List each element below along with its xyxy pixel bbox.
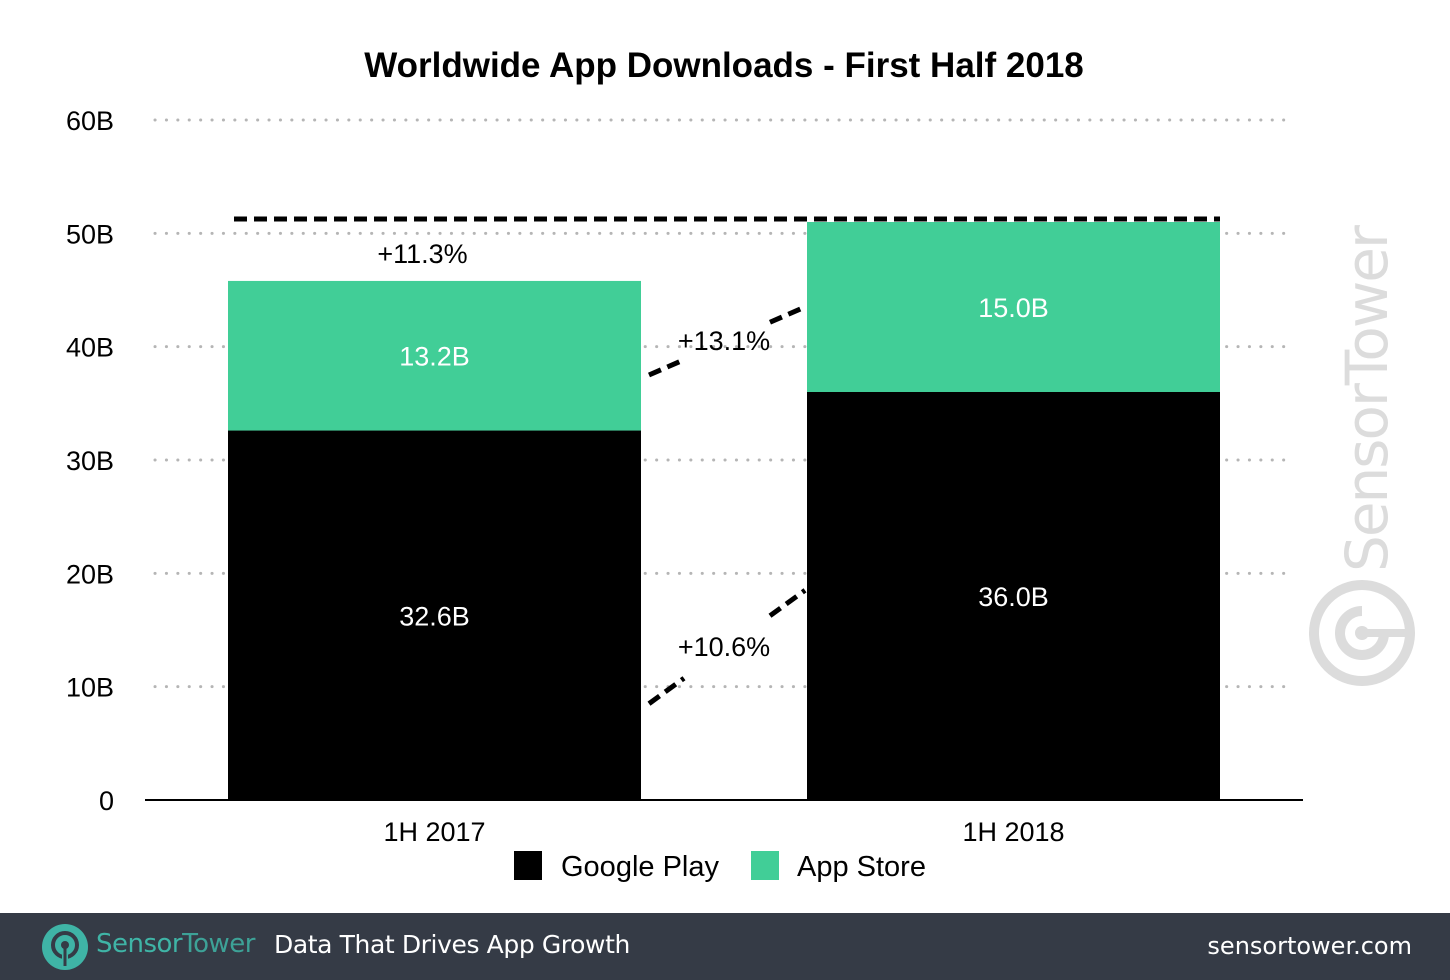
chart: Worldwide App Downloads - First Half 201… xyxy=(66,46,1415,883)
google-play-growth-dashed-line-2 xyxy=(768,588,807,618)
sensortower-watermark: SensorTower xyxy=(1309,225,1415,686)
bars: 32.6B 13.2B 36.0B 15.0B xyxy=(228,222,1220,800)
y-tick-label: 20B xyxy=(66,559,114,589)
x-axis-ticks: 1H 2017 1H 2018 xyxy=(383,817,1064,847)
y-tick-label: 60B xyxy=(66,106,114,136)
sensortower-watermark-text: SensorTower xyxy=(1333,225,1401,572)
y-tick-label: 0 xyxy=(99,786,114,816)
brand-name-part2: Tower xyxy=(182,929,255,959)
app-store-growth-dashed-line-2 xyxy=(769,304,806,325)
bar-value-label: 36.0B xyxy=(978,582,1049,612)
brand-name[interactable]: SensorTower xyxy=(96,929,255,959)
legend: Google Play App Store xyxy=(514,851,926,883)
y-tick-label: 50B xyxy=(66,219,114,249)
legend-item-google-play[interactable]: Google Play xyxy=(514,851,719,883)
y-tick-label: 30B xyxy=(66,446,114,476)
y-tick-label: 10B xyxy=(66,673,114,703)
google-play-growth-label: +10.6% xyxy=(678,632,770,662)
x-tick-label: 1H 2018 xyxy=(962,817,1064,847)
total-growth-label: +11.3% xyxy=(377,239,467,269)
legend-label-google-play: Google Play xyxy=(561,851,719,883)
legend-swatch-google-play xyxy=(514,851,542,880)
brand-name-part1: Sensor xyxy=(96,929,183,959)
footer-bar: SensorTower Data That Drives App Growth … xyxy=(0,913,1450,980)
bar-value-label: 15.0B xyxy=(978,293,1049,323)
y-tick-label: 40B xyxy=(66,333,114,363)
legend-swatch-app-store xyxy=(751,851,779,880)
y-axis-ticks: 0 10B 20B 30B 40B 50B 60B xyxy=(66,106,114,816)
x-tick-label: 1H 2017 xyxy=(383,817,485,847)
chart-title: Worldwide App Downloads - First Half 201… xyxy=(364,46,1084,85)
app-store-growth-label: +13.1% xyxy=(678,326,770,356)
website-link[interactable]: sensortower.com xyxy=(1207,932,1412,960)
sensortower-watermark-logo-icon xyxy=(1309,580,1415,686)
tagline: Data That Drives App Growth xyxy=(274,930,630,959)
legend-item-app-store[interactable]: App Store xyxy=(751,851,926,883)
legend-label-app-store: App Store xyxy=(797,851,926,883)
app-store-growth-dashed-line xyxy=(648,357,685,378)
sensortower-logo-icon[interactable] xyxy=(42,924,88,970)
bar-value-label: 13.2B xyxy=(399,342,470,372)
bar-value-label: 32.6B xyxy=(399,601,470,631)
google-play-growth-dashed-line xyxy=(647,676,686,706)
